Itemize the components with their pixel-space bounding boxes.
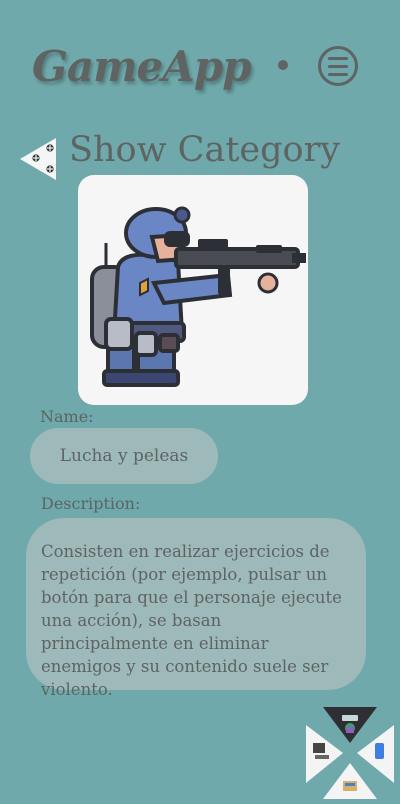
hamburger-icon-line [328, 72, 348, 76]
menu-button[interactable] [318, 46, 358, 86]
category-image-card [78, 175, 308, 405]
app-title: GameApp [32, 41, 252, 91]
category-description-value: Consisten en realizar ejercicios de repe… [41, 542, 342, 699]
description-label: Description: [41, 494, 141, 513]
category-description-field: Consisten en realizar ejercicios de repe… [26, 518, 366, 699]
hamburger-icon-line [328, 64, 348, 68]
page-title: Show Category [69, 130, 341, 170]
console-icon [343, 781, 357, 791]
soldier-illustration [90, 206, 306, 387]
corner-navigation [305, 705, 395, 800]
back-arrow-icon [20, 138, 56, 180]
category-name-value: Lucha y peleas [59, 446, 189, 466]
name-label: Name: [40, 407, 94, 426]
app-logo: GameApp [32, 38, 252, 94]
logo-dot [278, 60, 288, 70]
mobile-nav-button[interactable] [357, 725, 394, 783]
hamburger-icon-line [328, 56, 348, 60]
category-name-field: Lucha y peleas [30, 428, 218, 484]
computer-nav-button[interactable] [306, 725, 343, 783]
back-button[interactable] [18, 136, 58, 182]
mobile-icon [375, 743, 384, 759]
console-nav-button[interactable] [323, 763, 377, 799]
games-nav-button[interactable] [323, 707, 377, 743]
